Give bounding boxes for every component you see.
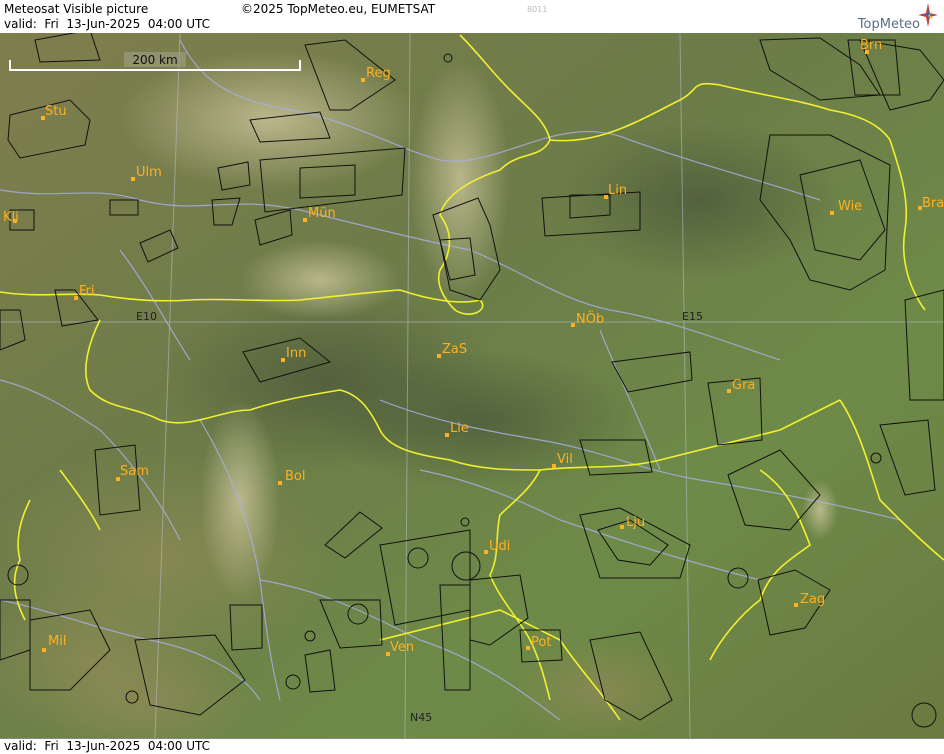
footer-valid-time: valid: Fri 13-Jun-2025 04:00 UTC xyxy=(4,739,211,753)
city-label: Lju xyxy=(626,515,645,530)
copyright-text: ©2025 TopMeteo.eu, EUMETSAT xyxy=(241,2,436,16)
city-label: Vil xyxy=(557,452,573,467)
image-id: 8011 xyxy=(527,5,548,14)
city-label: Mün xyxy=(308,206,336,221)
city-label: ZaS xyxy=(442,342,467,357)
grid-label-e10: E10 xyxy=(136,310,157,323)
city-label: Fri xyxy=(79,284,95,299)
grid-label-e15: E15 xyxy=(682,310,703,323)
grid-label-n45: N45 xyxy=(410,711,432,724)
footer-bar: valid: Fri 13-Jun-2025 04:00 UTC xyxy=(0,738,944,754)
city-label: Stu xyxy=(45,104,67,119)
city-label: Lin xyxy=(608,183,627,198)
city-label: Ulm xyxy=(136,165,162,180)
logo-text: TopMeteo xyxy=(857,17,920,32)
city-label: Bra xyxy=(922,196,944,211)
city-label: Zag xyxy=(800,592,825,607)
city-label: Pot xyxy=(531,635,551,650)
city-label: Bol xyxy=(285,469,305,484)
city-label: Mil xyxy=(48,634,66,649)
image-title: Meteosat Visible picture xyxy=(4,2,149,16)
topmeteo-logo[interactable]: TopMeteo xyxy=(820,1,940,32)
city-label: Udi xyxy=(489,539,510,554)
city-label: NÖb xyxy=(576,310,604,327)
header-bar: Meteosat Visible picture valid: Fri 13-J… xyxy=(0,0,944,33)
city-label: Brn xyxy=(860,38,882,53)
city-label: Inn xyxy=(286,346,306,361)
city-label: Gra xyxy=(732,378,755,393)
city-label: Sam xyxy=(120,464,149,479)
city-label: Wie xyxy=(838,199,862,214)
city-label: Reg xyxy=(366,66,391,81)
valid-time: valid: Fri 13-Jun-2025 04:00 UTC xyxy=(4,17,211,31)
satellite-map[interactable]: 200 km E10 E15 N45 Reg Brn Stu Ulm Lin W… xyxy=(0,33,944,738)
scale-label: 200 km xyxy=(132,53,177,67)
city-label: Ven xyxy=(390,640,414,655)
city-label: Kli xyxy=(3,210,19,225)
city-label: Lie xyxy=(450,421,469,436)
